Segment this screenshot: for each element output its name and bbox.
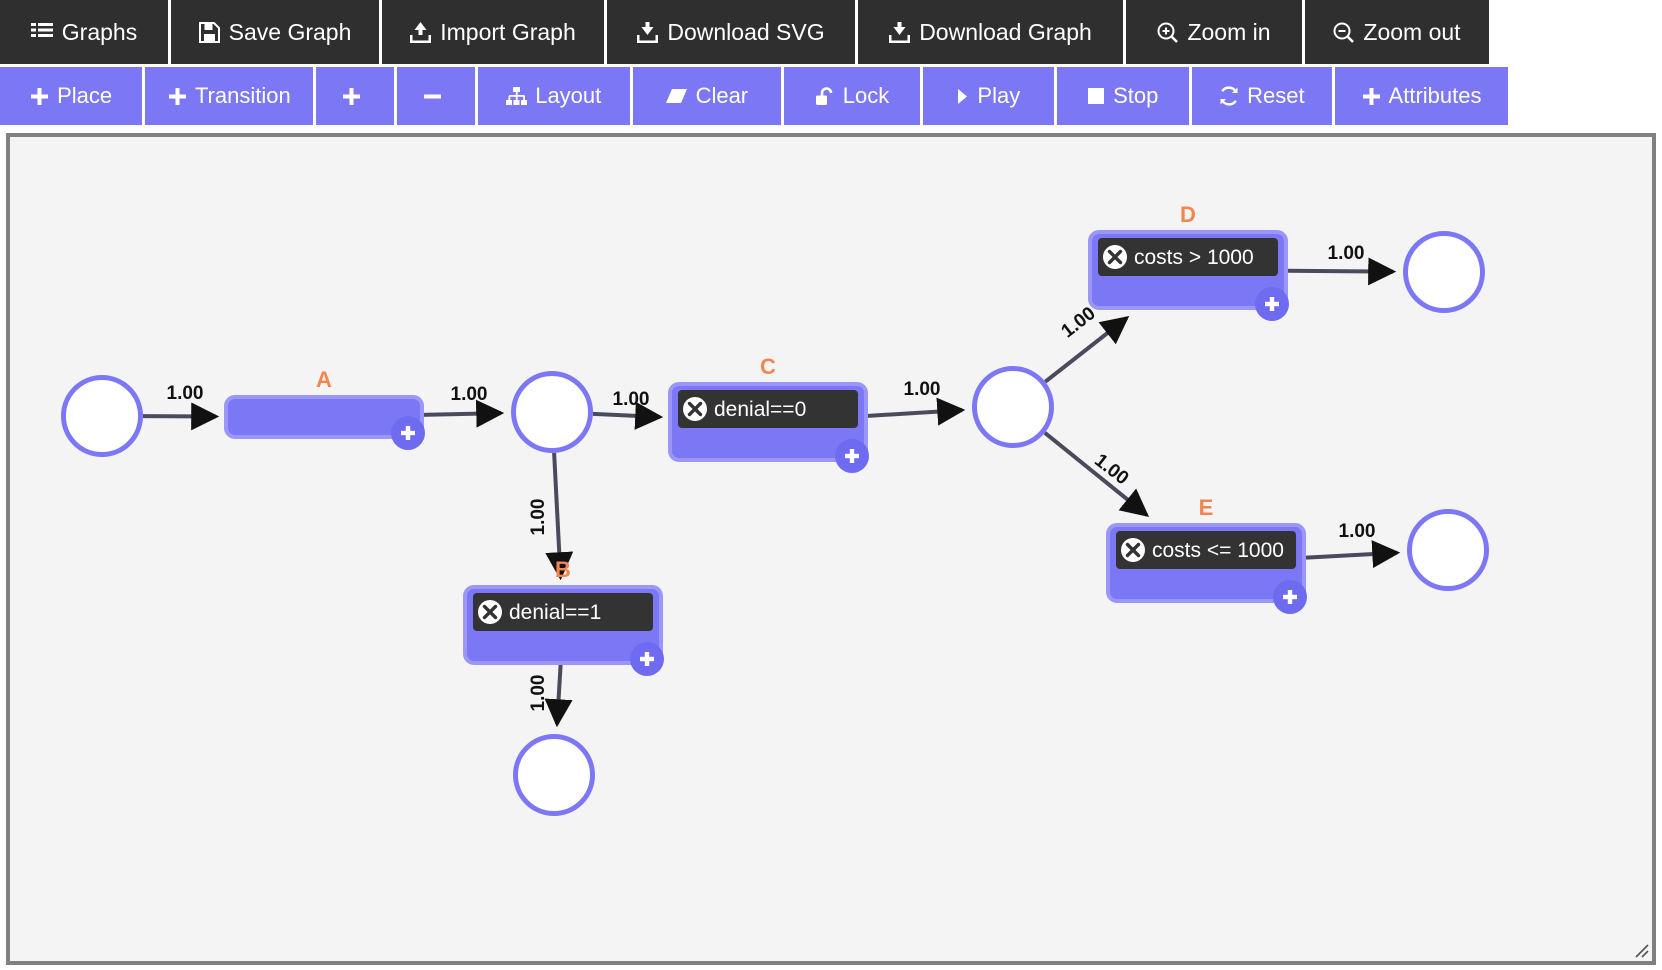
- place-node[interactable]: [513, 734, 595, 816]
- unlock-icon: [815, 86, 835, 106]
- petri-net-svg[interactable]: ABdenial==1Cdenial==0Dcosts > 1000Ecosts…: [10, 137, 1652, 961]
- arc-weight-label: 1.00: [528, 499, 549, 536]
- layout-button-label: Layout: [535, 83, 602, 108]
- play-button[interactable]: Play: [922, 67, 1054, 125]
- graphs-button-label: Graphs: [61, 18, 138, 45]
- play-icon: [956, 88, 969, 105]
- arc-p1-to-C[interactable]: [592, 401, 664, 430]
- plus-icon: [1362, 87, 1381, 106]
- place-node[interactable]: [61, 375, 143, 457]
- download-svg-button[interactable]: Download SVG: [607, 0, 855, 64]
- graphs-button[interactable]: Graphs: [0, 0, 168, 64]
- stop-icon: [1087, 87, 1105, 105]
- canvas-resize-handle[interactable]: [1630, 939, 1650, 959]
- add-place-button-label: Place: [57, 83, 113, 108]
- save-graph-button[interactable]: Save Graph: [171, 0, 379, 64]
- stop-button[interactable]: Stop: [1056, 67, 1189, 125]
- import-graph-button-label: Import Graph: [440, 18, 576, 45]
- arc-weight-label: 1.00: [451, 384, 488, 405]
- app-root: Graphs Save Graph Import Graph Download …: [0, 0, 1662, 970]
- stop-button-label: Stop: [1113, 83, 1159, 108]
- zoom-out-icon: [1333, 22, 1355, 43]
- place-node[interactable]: [1407, 509, 1489, 591]
- transition-node-e[interactable]: Ecosts <= 1000: [1106, 495, 1307, 614]
- increment-button[interactable]: [316, 67, 395, 125]
- lock-button-label: Lock: [842, 83, 890, 108]
- transition-node-c[interactable]: Cdenial==0: [668, 354, 869, 473]
- arc-weight-label: 1.00: [1090, 450, 1132, 489]
- guard-expression-label: denial==1: [509, 601, 601, 624]
- zoom-out-button-label: Zoom out: [1363, 18, 1461, 45]
- add-transition-button-label: Transition: [194, 83, 291, 108]
- download-svg-button-label: Download SVG: [667, 18, 825, 45]
- layout-button[interactable]: Layout: [477, 67, 630, 125]
- zoom-in-button-label: Zoom in: [1187, 18, 1271, 45]
- guard-expression-label: costs > 1000: [1134, 246, 1254, 269]
- transition-name-label: A: [316, 367, 332, 392]
- arc-weight-label: 1.00: [167, 383, 204, 404]
- nodes-layer: ABdenial==1Cdenial==0Dcosts > 1000Ecosts…: [61, 202, 1489, 816]
- arc-weight-label: 1.00: [1328, 243, 1365, 264]
- plus-icon: [168, 87, 187, 106]
- clear-button-label: Clear: [695, 83, 749, 108]
- place-node[interactable]: [972, 366, 1054, 448]
- guard-expression-label: costs <= 1000: [1152, 539, 1284, 562]
- refresh-icon: [1219, 86, 1239, 106]
- download-graph-button-label: Download Graph: [919, 18, 1092, 45]
- arc-B-to-p5[interactable]: [544, 662, 573, 728]
- arc-C-to-p2[interactable]: [865, 397, 966, 426]
- zoom-in-icon: [1157, 22, 1179, 43]
- arc-D-to-p3[interactable]: [1285, 257, 1397, 286]
- arc-weight-label: 1.00: [528, 675, 549, 712]
- sitemap-icon: [506, 86, 528, 106]
- transition-node-b[interactable]: Bdenial==1: [463, 557, 664, 676]
- zoom-in-button[interactable]: Zoom in: [1126, 0, 1302, 64]
- transition-name-label: E: [1199, 495, 1214, 520]
- eraser-icon: [665, 88, 688, 104]
- transition-name-label: C: [760, 354, 776, 379]
- transition-node-d[interactable]: Dcosts > 1000: [1088, 202, 1289, 321]
- arc-weight-label: 1.00: [613, 389, 650, 410]
- arc-weight-label: 1.00: [904, 379, 941, 400]
- transition-name-label: B: [555, 557, 571, 582]
- place-node[interactable]: [1403, 231, 1485, 313]
- zoom-out-button[interactable]: Zoom out: [1305, 0, 1489, 64]
- plus-icon: [342, 87, 361, 106]
- arc-A-to-p1[interactable]: [421, 399, 505, 428]
- guard-expression-label: denial==0: [714, 398, 806, 421]
- add-place-button[interactable]: Place: [0, 67, 143, 125]
- clear-button[interactable]: Clear: [632, 67, 782, 125]
- add-transition-button[interactable]: Transition: [145, 67, 314, 125]
- attributes-button-label: Attributes: [1388, 83, 1482, 108]
- lock-button[interactable]: Lock: [784, 67, 920, 125]
- minus-icon: [423, 87, 442, 106]
- save-graph-button-label: Save Graph: [228, 18, 352, 45]
- decrement-button[interactable]: [397, 67, 475, 125]
- arc-weight-label: 1.00: [1058, 303, 1100, 342]
- transition-node-a[interactable]: A: [224, 367, 425, 450]
- toolbar-actions: Place Transition Layout Clear Lock Play …: [0, 67, 1509, 125]
- plus-icon: [30, 87, 49, 106]
- download-icon: [637, 21, 659, 43]
- play-button-label: Play: [977, 83, 1021, 108]
- arc-labels-layer: 1.00 1.00 1.00 1.00 1.00 1.00 1.00 1.00 1.00 1.00: [167, 243, 1376, 711]
- arc-weight-label: 1.00: [1339, 521, 1376, 542]
- upload-icon: [410, 21, 432, 43]
- download-icon: [889, 21, 911, 43]
- arc-E-to-p4[interactable]: [1303, 540, 1401, 569]
- import-graph-button[interactable]: Import Graph: [382, 0, 604, 64]
- transition-name-label: D: [1180, 202, 1196, 227]
- reset-button[interactable]: Reset: [1191, 67, 1333, 125]
- reset-button-label: Reset: [1247, 83, 1305, 108]
- list-icon: [30, 22, 53, 42]
- graph-canvas[interactable]: A Bdenial==1 Cdenial==0 Dcosts > 1000 Ecosts…: [6, 133, 1656, 965]
- save-floppy-icon: [198, 21, 220, 43]
- place-node[interactable]: [511, 371, 593, 453]
- download-graph-button[interactable]: Download Graph: [858, 0, 1123, 64]
- toolbar-top: Graphs Save Graph Import Graph Download …: [0, 0, 1545, 64]
- attributes-button[interactable]: Attributes: [1335, 67, 1509, 125]
